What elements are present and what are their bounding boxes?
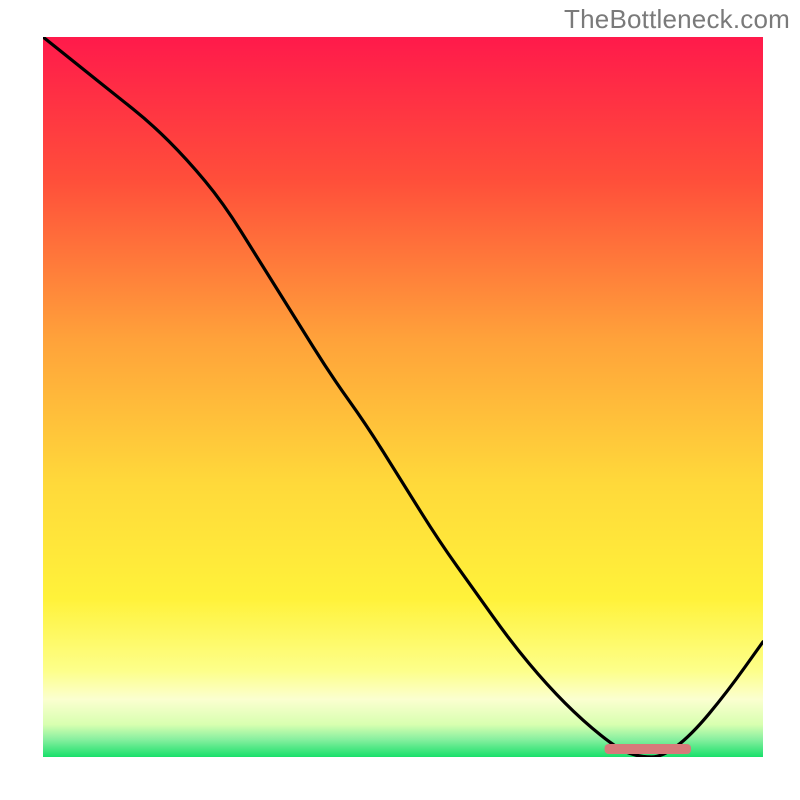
chart-frame: TheBottleneck.com (0, 0, 800, 800)
gradient-background (43, 37, 763, 757)
optimum-marker (605, 744, 691, 754)
plot-area (43, 37, 763, 757)
watermark-label: TheBottleneck.com (564, 4, 790, 35)
bottleneck-chart (43, 37, 763, 757)
